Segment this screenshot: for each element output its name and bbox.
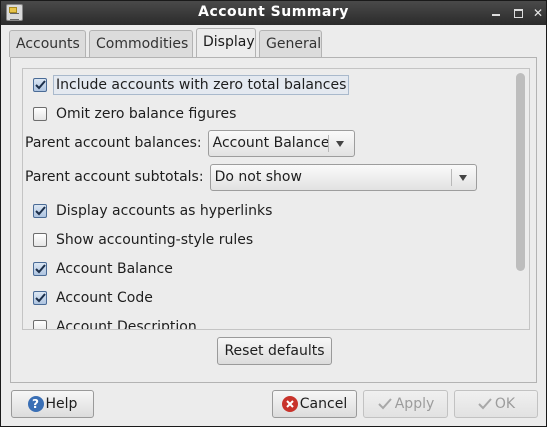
chevron-down-icon	[335, 140, 344, 147]
help-label: Help	[45, 396, 78, 412]
parent-balances-row: Parent account balances: Account Balance	[25, 128, 355, 158]
include-zero-label: Include accounts with zero total balance…	[52, 75, 350, 95]
checkmark-icon	[34, 80, 46, 90]
display-hyperlinks-checkbox[interactable]	[33, 204, 47, 218]
tab-accounts[interactable]: Accounts	[9, 30, 86, 57]
reset-defaults-button[interactable]: Reset defaults	[217, 337, 332, 365]
account-summary-window: Account Summary ✕ Accounts Commodities D…	[0, 0, 547, 427]
parent-balances-value: Account Balance	[212, 134, 330, 151]
checkmark-icon	[34, 206, 46, 216]
maximize-icon	[513, 9, 523, 18]
account-code-checkbox[interactable]	[33, 291, 47, 305]
parent-balances-label: Parent account balances:	[25, 135, 202, 151]
tab-commodities[interactable]: Commodities	[89, 30, 193, 57]
checkmark-icon	[377, 396, 393, 412]
cancel-label: Cancel	[299, 396, 348, 412]
title-bar[interactable]: Account Summary ✕	[1, 1, 546, 25]
accounting-rules-checkbox[interactable]	[33, 233, 47, 247]
accounting-rules-label: Show accounting-style rules	[56, 232, 254, 248]
display-hyperlinks-label: Display accounts as hyperlinks	[56, 203, 273, 219]
account-balance-label: Account Balance	[56, 261, 173, 277]
option-account-description[interactable]: Account Description	[25, 315, 197, 330]
account-balance-checkbox[interactable]	[33, 262, 47, 276]
account-description-checkbox[interactable]	[33, 320, 47, 329]
omit-zero-label: Omit zero balance figures	[56, 106, 237, 122]
checkmark-icon	[477, 396, 493, 412]
vertical-scrollbar[interactable]	[512, 69, 529, 329]
checkmark-icon	[34, 264, 46, 274]
omit-zero-checkbox[interactable]	[33, 107, 47, 121]
include-zero-checkbox[interactable]	[33, 78, 47, 92]
account-code-label: Account Code	[56, 290, 153, 306]
scrollbar-thumb[interactable]	[516, 73, 525, 271]
tab-general[interactable]: General	[259, 30, 322, 57]
minimize-button[interactable]	[488, 5, 504, 21]
option-include-zero[interactable]: Include accounts with zero total balance…	[25, 73, 350, 97]
parent-subtotals-label: Parent account subtotals:	[25, 169, 204, 185]
cancel-button[interactable]: Cancel	[272, 390, 357, 418]
help-icon: ?	[27, 396, 44, 412]
option-account-balance[interactable]: Account Balance	[25, 257, 173, 281]
close-button[interactable]: ✕	[530, 5, 546, 21]
tab-display[interactable]: Display	[196, 28, 256, 58]
checkmark-icon	[34, 293, 46, 303]
parent-balances-select[interactable]: Account Balance	[207, 129, 355, 157]
close-icon: ✕	[532, 6, 544, 20]
option-omit-zero[interactable]: Omit zero balance figures	[25, 102, 236, 126]
apply-button[interactable]: Apply	[363, 390, 448, 418]
ok-button[interactable]: OK	[454, 390, 538, 418]
options-scroll-area[interactable]: Include accounts with zero total balance…	[22, 68, 530, 330]
option-accounting-rules[interactable]: Show accounting-style rules	[25, 228, 253, 252]
parent-subtotals-select[interactable]: Do not show	[209, 163, 477, 191]
maximize-button[interactable]	[510, 5, 526, 21]
display-tab-panel: Include accounts with zero total balance…	[10, 57, 537, 383]
reset-defaults-label: Reset defaults	[224, 343, 325, 359]
cancel-icon	[281, 396, 298, 412]
ok-label: OK	[494, 396, 516, 412]
account-description-label: Account Description	[56, 319, 197, 330]
window-title: Account Summary	[198, 4, 349, 20]
option-account-code[interactable]: Account Code	[25, 286, 153, 310]
option-display-hyperlinks[interactable]: Display accounts as hyperlinks	[25, 199, 272, 223]
chevron-down-icon	[458, 174, 467, 181]
minimize-icon	[492, 14, 500, 16]
parent-subtotals-row: Parent account subtotals: Do not show	[25, 162, 477, 192]
apply-label: Apply	[394, 396, 435, 412]
parent-subtotals-value: Do not show	[214, 168, 302, 185]
help-button[interactable]: ? Help	[11, 390, 94, 418]
